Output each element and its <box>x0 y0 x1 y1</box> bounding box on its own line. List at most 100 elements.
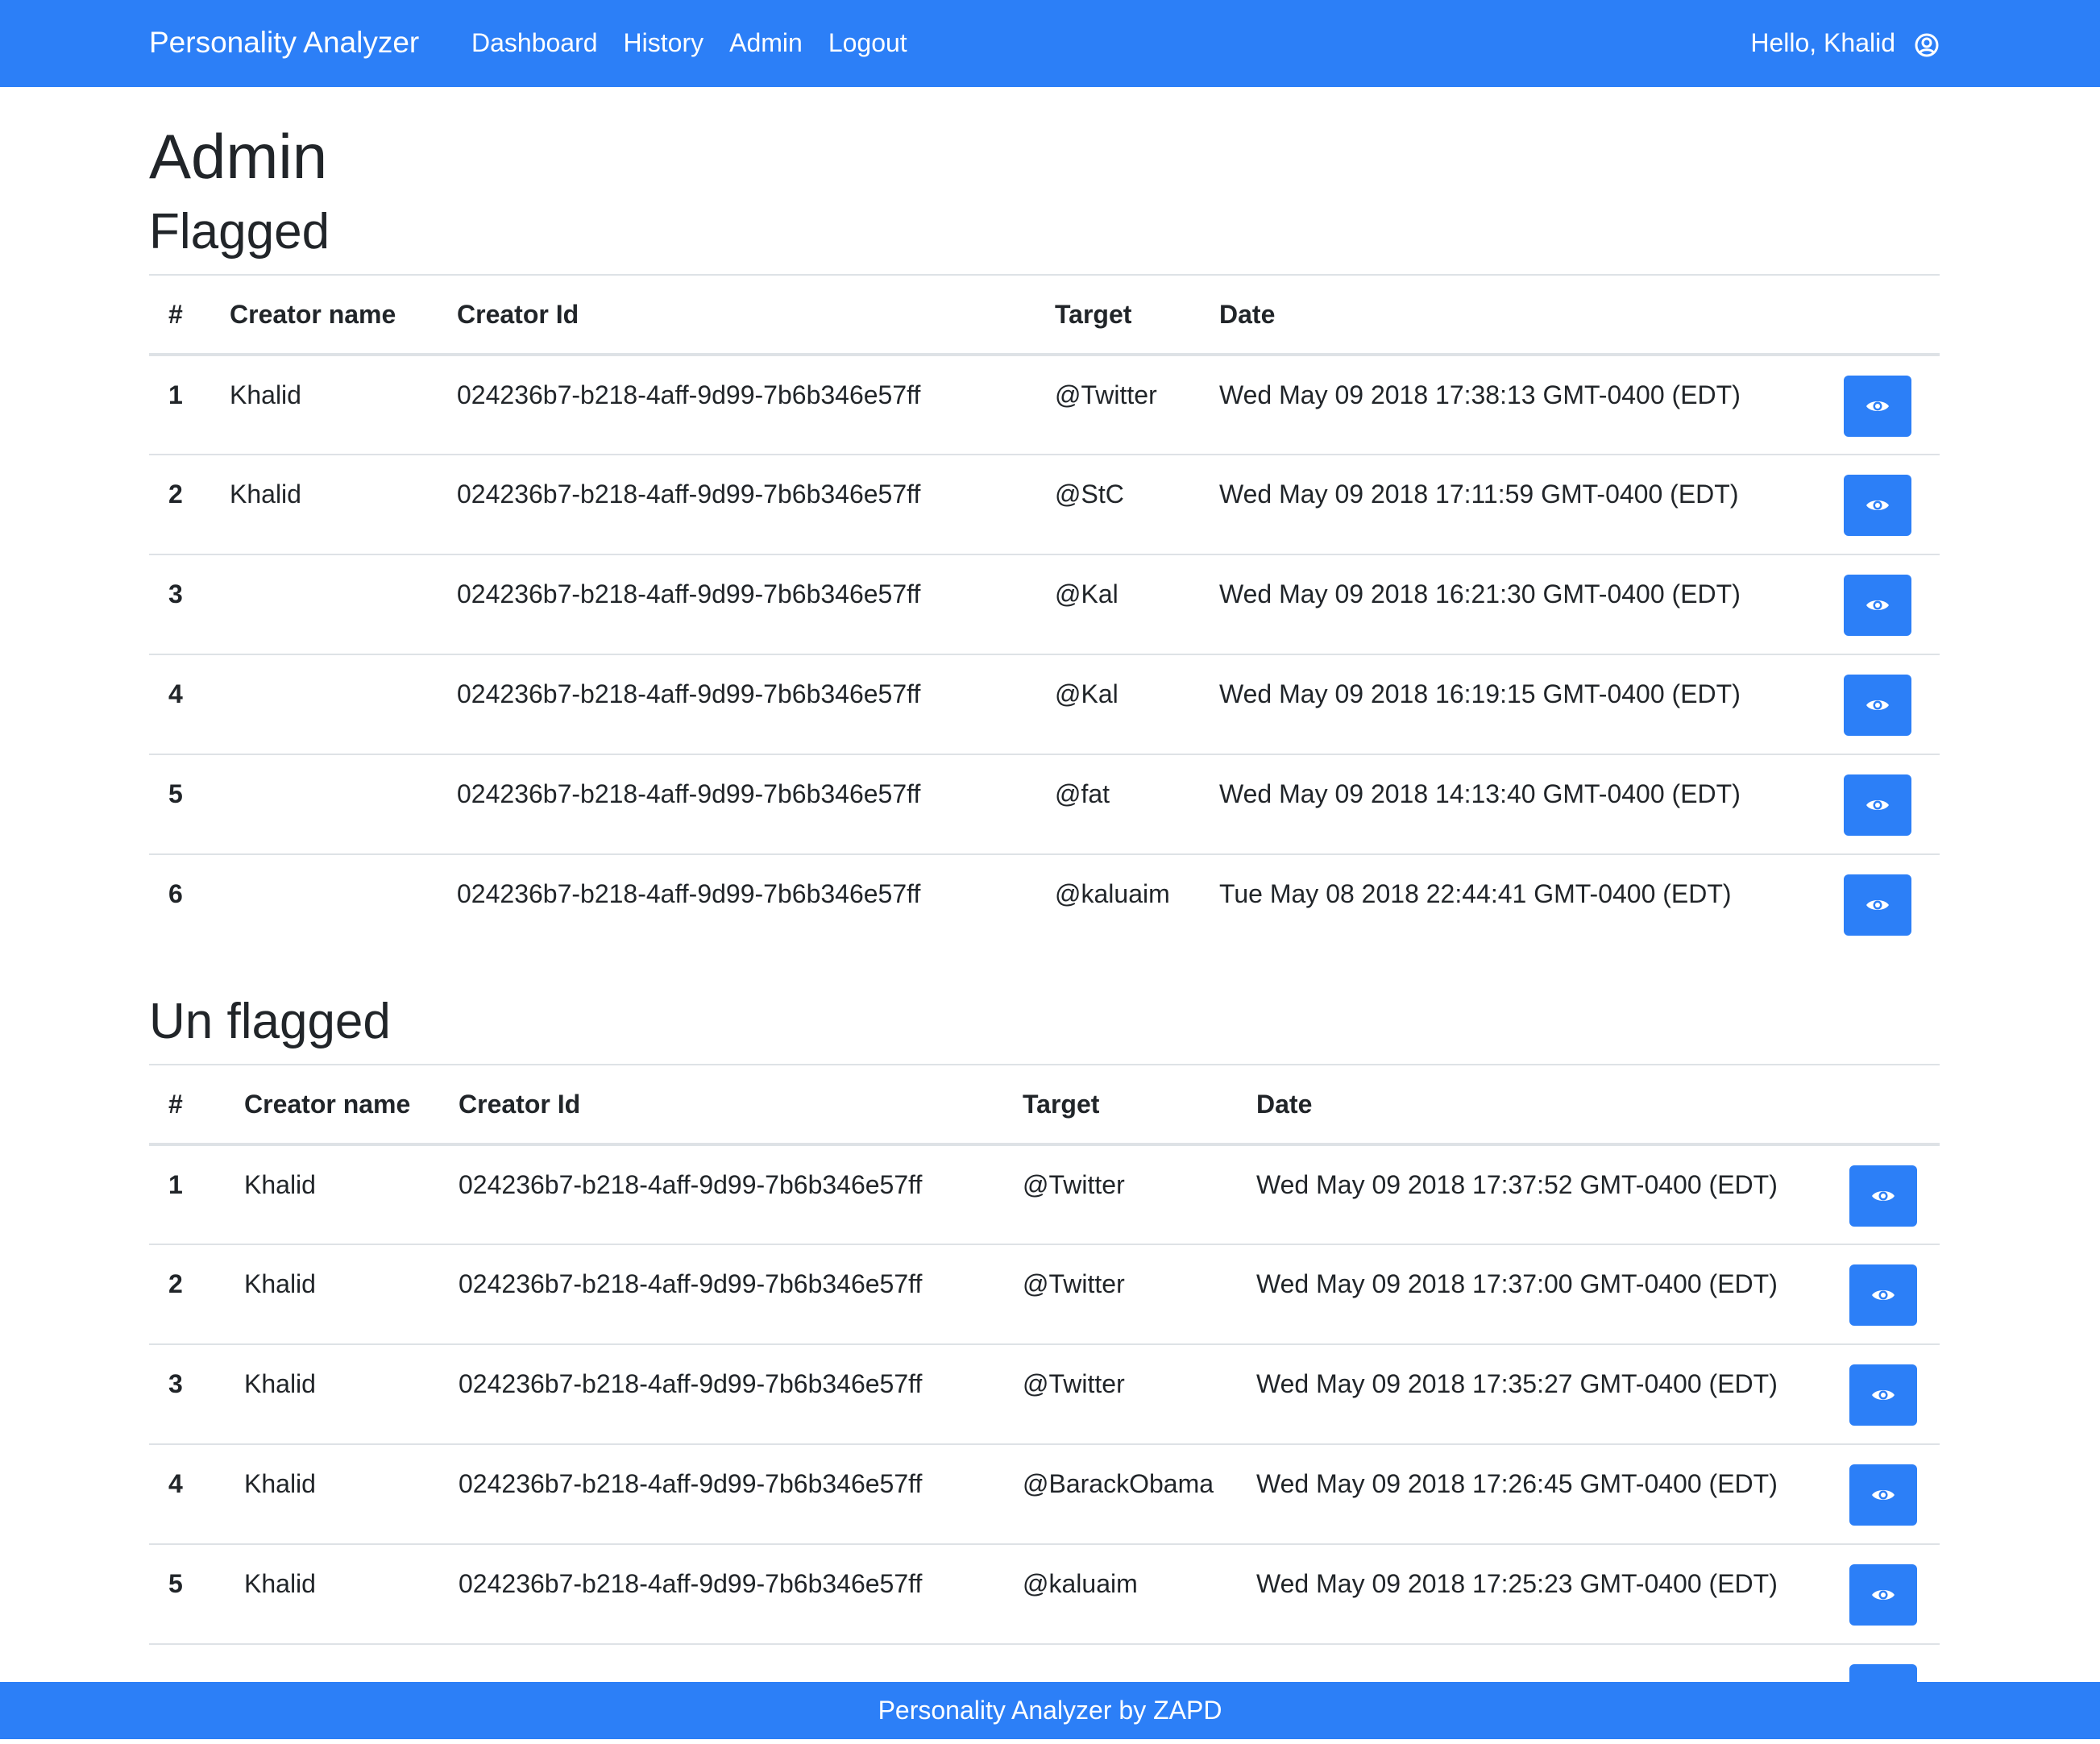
creator-id-cell: 024236b7-b218-4aff-9d99-7b6b346e57ff <box>439 1344 1003 1445</box>
column-header-number: # <box>149 274 210 356</box>
user-menu[interactable]: Hello, Khalid <box>1750 25 1939 60</box>
column-header-actions <box>1830 1064 1940 1146</box>
creator-name-cell: Khalid <box>225 1144 439 1245</box>
row-number: 3 <box>149 554 210 655</box>
creator-name-cell: Khalid <box>210 355 438 455</box>
creator-name-cell <box>210 654 438 755</box>
flagged-section-title: Flagged <box>149 204 330 260</box>
row-number: 1 <box>149 355 210 455</box>
date-cell: Wed May 09 2018 17:37:52 GMT-0400 (EDT) <box>1237 1144 1830 1245</box>
actions-cell <box>1830 1544 1940 1645</box>
view-button[interactable] <box>1849 1165 1917 1227</box>
target-cell: @Twitter <box>1003 1344 1237 1445</box>
eye-icon <box>1866 500 1889 510</box>
creator-id-cell: 024236b7-b218-4aff-9d99-7b6b346e57ff <box>438 654 1035 755</box>
view-button[interactable] <box>1844 575 1911 636</box>
actions-cell <box>1824 455 1940 555</box>
row-number: 5 <box>149 754 210 855</box>
creator-id-cell: 024236b7-b218-4aff-9d99-7b6b346e57ff <box>457 879 921 908</box>
view-button[interactable] <box>1849 1564 1917 1626</box>
date-cell: Wed May 09 2018 17:37:00 GMT-0400 (EDT) <box>1237 1244 1830 1345</box>
view-button[interactable] <box>1844 774 1911 836</box>
table-row: 4 024236b7-b218-4aff-9d99-7b6b346e57ff @… <box>149 654 1940 755</box>
actions-cell <box>1824 355 1940 455</box>
creator-name-cell <box>210 754 438 855</box>
eye-icon <box>1866 401 1889 411</box>
date-cell: Wed May 09 2018 16:19:15 GMT-0400 (EDT) <box>1200 654 1824 755</box>
creator-id-cell: 024236b7-b218-4aff-9d99-7b6b346e57ff <box>439 1244 1003 1345</box>
creator-name-cell: Khalid <box>225 1344 439 1445</box>
table-header-row: # Creator name Creator Id Target Date <box>149 274 1940 356</box>
eye-icon <box>1866 900 1889 910</box>
creator-id-cell: 024236b7-b218-4aff-9d99-7b6b346e57ff <box>438 355 1035 455</box>
creator-id-cell: 024236b7-b218-4aff-9d99-7b6b346e57ff <box>439 1444 1003 1545</box>
nav-link-admin[interactable]: Admin <box>729 25 803 60</box>
view-button[interactable] <box>1849 1264 1917 1326</box>
row-number: 2 <box>149 455 210 555</box>
nav-link-logout[interactable]: Logout <box>828 25 907 60</box>
creator-name-cell: Khalid <box>225 1244 439 1345</box>
table-header-row: # Creator name Creator Id Target Date <box>149 1064 1940 1146</box>
date-cell: Tue May 08 2018 22:44:41 GMT-0400 (EDT) <box>1219 879 1732 908</box>
row-number: 5 <box>149 1544 225 1645</box>
eye-icon <box>1872 1390 1895 1400</box>
target-cell: @fat <box>1035 754 1200 855</box>
unflagged-section-title: Un flagged <box>149 994 391 1049</box>
table-row: 6 024236b7-b218-4aff-9d99-7b6b346e57ff @… <box>149 854 1940 954</box>
date-cell: Wed May 09 2018 17:25:23 GMT-0400 (EDT) <box>1237 1544 1830 1645</box>
actions-cell <box>1830 1344 1940 1445</box>
row-number: 4 <box>149 1444 225 1545</box>
actions-cell <box>1824 654 1940 755</box>
view-button[interactable] <box>1844 475 1911 536</box>
target-cell: @Kal <box>1035 654 1200 755</box>
nav-links: Dashboard History Admin Logout <box>471 25 933 60</box>
actions-cell <box>1830 1244 1940 1345</box>
row-number: 3 <box>149 1344 225 1445</box>
column-header-actions <box>1824 274 1940 356</box>
eye-icon <box>1872 1490 1895 1500</box>
row-number: 2 <box>149 1244 225 1345</box>
target-cell: @kaluaim <box>1003 1544 1237 1645</box>
table-row: 3 024236b7-b218-4aff-9d99-7b6b346e57ff @… <box>149 554 1940 655</box>
date-cell: Wed May 09 2018 16:21:30 GMT-0400 (EDT) <box>1200 554 1824 655</box>
view-button[interactable] <box>1844 376 1911 437</box>
table-row: 1 Khalid 024236b7-b218-4aff-9d99-7b6b346… <box>149 355 1940 455</box>
column-header-target: Target <box>1003 1064 1237 1146</box>
user-circle-icon[interactable] <box>1915 31 1939 57</box>
table-row: 2 Khalid 024236b7-b218-4aff-9d99-7b6b346… <box>149 455 1940 555</box>
date-cell: Wed May 09 2018 17:26:45 GMT-0400 (EDT) <box>1237 1444 1830 1545</box>
date-cell: Wed May 09 2018 14:13:40 GMT-0400 (EDT) <box>1200 754 1824 855</box>
nav-link-history[interactable]: History <box>624 25 704 60</box>
brand-link[interactable]: Personality Analyzer <box>149 23 419 62</box>
column-header-creator-id: Creator Id <box>438 274 1035 356</box>
view-button[interactable] <box>1844 874 1911 936</box>
column-header-date: Date <box>1237 1064 1830 1146</box>
column-header-creator-name: Creator name <box>210 274 438 356</box>
column-header-date: Date <box>1200 274 1824 356</box>
row-number: 4 <box>149 654 210 755</box>
view-button[interactable] <box>1844 675 1911 736</box>
creator-name-cell <box>210 554 438 655</box>
footer: Personality Analyzer by ZAPD <box>0 1682 2100 1739</box>
unflagged-table: # Creator name Creator Id Target Date 1 … <box>149 1064 1940 1744</box>
target-cell: @Kal <box>1035 554 1200 655</box>
nav-link-dashboard[interactable]: Dashboard <box>471 25 598 60</box>
eye-icon <box>1872 1290 1895 1300</box>
view-button[interactable] <box>1849 1364 1917 1426</box>
column-header-target: Target <box>1035 274 1200 356</box>
eye-icon <box>1872 1590 1895 1600</box>
date-cell: Wed May 09 2018 17:11:59 GMT-0400 (EDT) <box>1200 455 1824 555</box>
creator-name-cell: Khalid <box>225 1444 439 1545</box>
table-row: 3 Khalid 024236b7-b218-4aff-9d99-7b6b346… <box>149 1344 1940 1445</box>
target-cell: @Twitter <box>1003 1144 1237 1245</box>
eye-icon <box>1866 800 1889 810</box>
greeting-text: Hello, Khalid <box>1750 28 1895 57</box>
target-cell: @StC <box>1035 455 1200 555</box>
actions-cell <box>1824 854 1940 954</box>
creator-id-cell: 024236b7-b218-4aff-9d99-7b6b346e57ff <box>439 1144 1003 1245</box>
flagged-table: # Creator name Creator Id Target Date 1 … <box>149 274 1940 954</box>
view-button[interactable] <box>1849 1464 1917 1526</box>
actions-cell <box>1824 554 1940 655</box>
creator-id-cell: 024236b7-b218-4aff-9d99-7b6b346e57ff <box>438 455 1035 555</box>
target-cell: @Twitter <box>1035 355 1200 455</box>
